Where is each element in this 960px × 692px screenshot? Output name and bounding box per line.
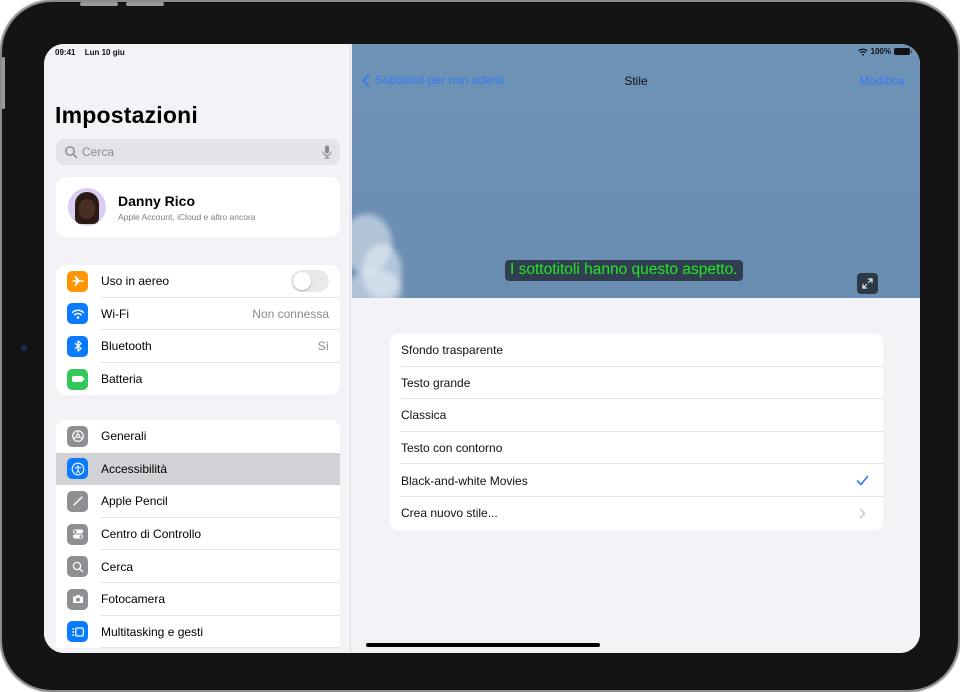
camera-icon bbox=[67, 588, 88, 610]
battery-icon bbox=[67, 368, 88, 390]
edit-button[interactable]: Modifica bbox=[859, 74, 904, 88]
sidebar-item-general[interactable]: Generali bbox=[56, 420, 340, 453]
sidebar-item-battery[interactable]: Batteria bbox=[56, 363, 340, 396]
battery-status-icon bbox=[894, 48, 912, 55]
pencil-icon bbox=[67, 490, 88, 512]
sidebar-item-airplane-mode[interactable]: Uso in aereo bbox=[56, 265, 340, 298]
style-option-label: Sfondo trasparente bbox=[401, 343, 504, 358]
style-option-classic[interactable]: Classica bbox=[390, 399, 883, 432]
status-bar-right: 100% bbox=[857, 47, 912, 56]
create-new-style-button[interactable]: Crea nuovo stile... bbox=[390, 497, 883, 530]
search-placeholder: Cerca bbox=[82, 145, 115, 159]
home-indicator[interactable] bbox=[366, 643, 600, 647]
sidebar-item-accessibility[interactable]: Accessibilità bbox=[56, 452, 340, 486]
style-option-label: Classica bbox=[401, 408, 447, 423]
wifi-icon bbox=[67, 303, 88, 325]
airplane-mode-toggle[interactable] bbox=[291, 270, 329, 293]
search-icon bbox=[67, 556, 88, 578]
sidebar-item-camera[interactable]: Fotocamera bbox=[56, 583, 340, 616]
airplane-icon bbox=[67, 270, 88, 292]
ipad-frame: 09:41 Lun 10 giu Impostazioni Cerca Dann… bbox=[2, 2, 958, 690]
battery-percent: 100% bbox=[870, 47, 891, 56]
sidebar-item-label: Fotocamera bbox=[101, 592, 166, 607]
connectivity-group: Uso in aereo Wi-Fi Non connessa Bluetoot… bbox=[56, 265, 340, 396]
profile-name: Danny Rico bbox=[118, 192, 196, 209]
caption-style-detail: 100% Sottotitoli per non udenti Stile Mo… bbox=[352, 44, 920, 653]
sidebar-item-bluetooth[interactable]: Bluetooth Sì bbox=[56, 330, 340, 363]
profile-subtitle: Apple Account, iCloud e altro ancora bbox=[118, 211, 256, 222]
page-title: Impostazioni bbox=[55, 102, 198, 128]
multitasking-icon bbox=[67, 621, 88, 643]
sidebar-item-label: Bluetooth bbox=[101, 339, 152, 354]
style-option-label: Testo grande bbox=[401, 375, 471, 390]
caption-styles-list: Sfondo trasparente Testo grande Classica… bbox=[390, 334, 883, 530]
side-button bbox=[2, 57, 5, 109]
status-bar-left: 09:41 Lun 10 giu bbox=[55, 48, 132, 57]
nav-title: Stile bbox=[624, 74, 648, 88]
sidebar-item-label: Centro di Controllo bbox=[101, 527, 202, 542]
status-date: Lun 10 giu bbox=[84, 48, 125, 57]
accessibility-icon bbox=[67, 458, 88, 480]
style-option-black-and-white-movies[interactable]: Black-and-white Movies bbox=[390, 464, 883, 497]
search-icon bbox=[65, 146, 78, 159]
checkmark-icon bbox=[856, 475, 868, 486]
microphone-icon[interactable] bbox=[322, 145, 332, 159]
caption-preview-area: 100% Sottotitoli per non udenti Stile Mo… bbox=[352, 44, 920, 298]
front-camera bbox=[21, 345, 27, 351]
sidebar-item-label: Generali bbox=[101, 429, 147, 444]
sidebar-item-multitasking[interactable]: Multitasking e gesti bbox=[56, 616, 340, 649]
sidebar-item-label: Cerca bbox=[101, 559, 134, 574]
sidebar-item-label: Wi-Fi bbox=[101, 306, 129, 321]
sidebar-item-label: Multitasking e gesti bbox=[101, 624, 204, 639]
volume-button bbox=[126, 2, 164, 6]
screen: 09:41 Lun 10 giu Impostazioni Cerca Dann… bbox=[44, 44, 920, 653]
expand-icon bbox=[862, 278, 873, 289]
wifi-status-icon bbox=[857, 48, 868, 56]
style-option-label: Testo con contorno bbox=[401, 441, 503, 456]
top-button bbox=[80, 2, 118, 6]
chevron-right-icon bbox=[859, 508, 865, 518]
settings-sidebar: 09:41 Lun 10 giu Impostazioni Cerca Dann… bbox=[44, 44, 351, 653]
status-time: 09:41 bbox=[55, 48, 76, 57]
caption-preview-text: I sottotitoli hanno questo aspetto. bbox=[505, 260, 743, 281]
bluetooth-icon bbox=[67, 335, 88, 357]
style-option-transparent-background[interactable]: Sfondo trasparente bbox=[390, 334, 883, 367]
sidebar-item-apple-pencil[interactable]: Apple Pencil bbox=[56, 485, 340, 518]
style-option-label: Black-and-white Movies bbox=[401, 473, 528, 488]
control-center-icon bbox=[67, 523, 88, 545]
sidebar-item-label: Accessibilità bbox=[101, 461, 168, 476]
wifi-status: Non connessa bbox=[252, 306, 329, 321]
apple-account-card[interactable]: Danny Rico Apple Account, iCloud e altro… bbox=[56, 177, 340, 237]
gear-icon bbox=[67, 425, 88, 447]
general-group: Generali Accessibilità Apple Pencil Cent… bbox=[56, 420, 340, 649]
avatar bbox=[68, 188, 106, 226]
sidebar-item-label: Apple Pencil bbox=[101, 494, 168, 509]
sidebar-item-label: Uso in aereo bbox=[101, 274, 170, 289]
style-option-large-text[interactable]: Testo grande bbox=[390, 367, 883, 400]
style-option-label: Crea nuovo stile... bbox=[401, 506, 498, 521]
sidebar-item-wifi[interactable]: Wi-Fi Non connessa bbox=[56, 298, 340, 331]
style-option-outline-text[interactable]: Testo con contorno bbox=[390, 432, 883, 465]
search-input[interactable]: Cerca bbox=[56, 139, 340, 165]
sidebar-item-label: Batteria bbox=[101, 372, 143, 387]
expand-preview-button[interactable] bbox=[857, 273, 878, 294]
sidebar-item-control-center[interactable]: Centro di Controllo bbox=[56, 518, 340, 551]
bluetooth-status: Sì bbox=[317, 339, 329, 354]
sidebar-item-search[interactable]: Cerca bbox=[56, 550, 340, 583]
